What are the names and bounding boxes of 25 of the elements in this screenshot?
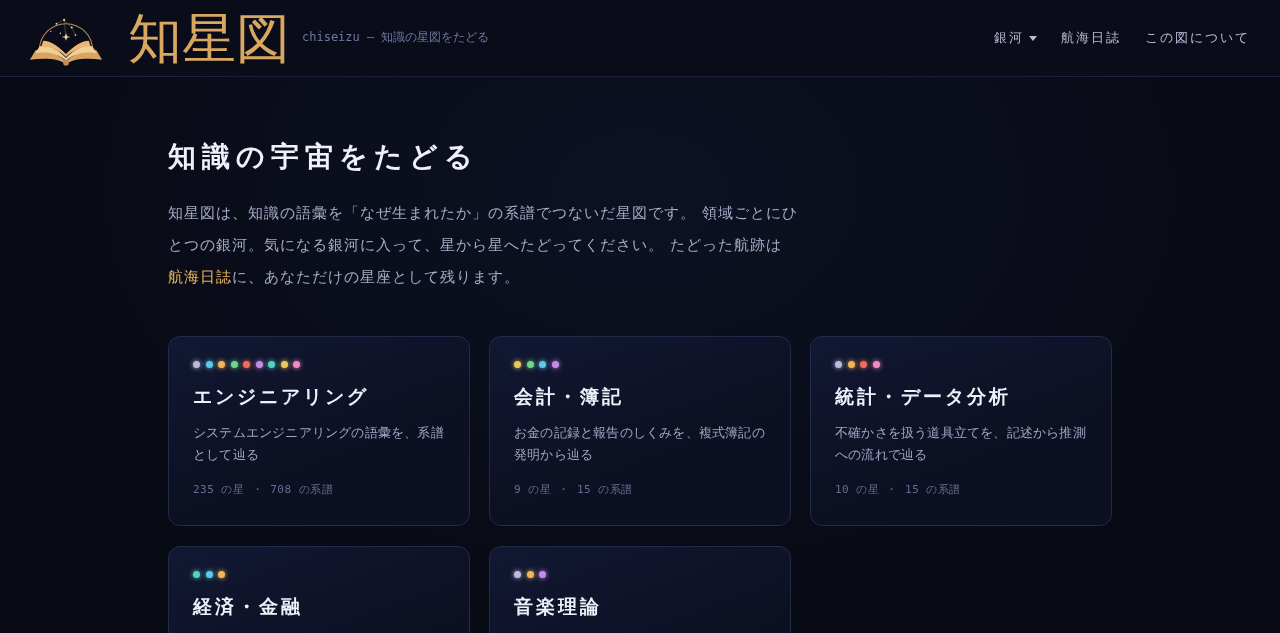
galaxy-menu[interactable]: 銀河 (994, 29, 1037, 47)
galaxy-title: 経済・金融 (193, 594, 304, 618)
galaxy-title: 統計・データ分析 (835, 384, 1012, 408)
galaxy-stats: 9 の星 ・ 15 の系譜 (514, 482, 634, 498)
galaxy-card[interactable]: 統計・データ分析 不確かさを扱う道具立てを、記述から推測への流れで辿る 10 の星 ・ 15 の系譜 (810, 336, 1112, 526)
galaxy-stats: 10 の星 ・ 15 の系譜 (835, 482, 962, 498)
galaxy-title: 会計・簿記 (514, 384, 625, 408)
page-heading: 知識の宇宙をたどる (168, 139, 480, 175)
galaxy-description: システムエンジニアリングの語彙を、系譜として辿る (193, 424, 445, 464)
galaxy-description: 不確かさを扱う道具立てを、記述から推測への流れで辿る (835, 424, 1087, 464)
nav-link[interactable]: 航海日誌 (1061, 29, 1121, 47)
logbook-link[interactable]: 航海日誌 (168, 268, 232, 286)
nav-link[interactable]: この図について (1145, 29, 1250, 47)
galaxy-card[interactable]: 経済・金融 (168, 546, 470, 633)
site-tagline: chiseizu — 知識の星図をたどる (302, 29, 490, 45)
galaxy-description: お金の記録と報告のしくみを、複式簿記の発明から辿る (514, 424, 766, 464)
caret-icon (1029, 35, 1037, 41)
galaxy-title: エンジニアリング (193, 384, 370, 408)
site-title[interactable]: 知星図 (128, 12, 290, 66)
galaxy-stats: 235 の星 ・ 708 の系譜 (193, 482, 335, 498)
galaxy-card[interactable]: 音楽理論 (489, 546, 791, 633)
galaxy-title: 音楽理論 (514, 594, 603, 618)
intro-text: 知星図は、知識の語彙を「なぜ生まれたか」の系譜でつないだ星図です。 領域ごとにひとつの銀河。気になる銀河に入って、星から星へたどってください。 たどった航跡は 航海日誌に、あなただけの星座として残ります。 (168, 203, 799, 288)
galaxy-card[interactable]: エンジニアリング システムエンジニアリングの語彙を、系譜として辿る 235 の星 ・ 708 の系譜 (168, 336, 470, 526)
galaxy-card[interactable]: 会計・簿記 お金の記録と報告のしくみを、複式簿記の発明から辿る 9 の星 ・ 15 の系譜 (489, 336, 791, 526)
